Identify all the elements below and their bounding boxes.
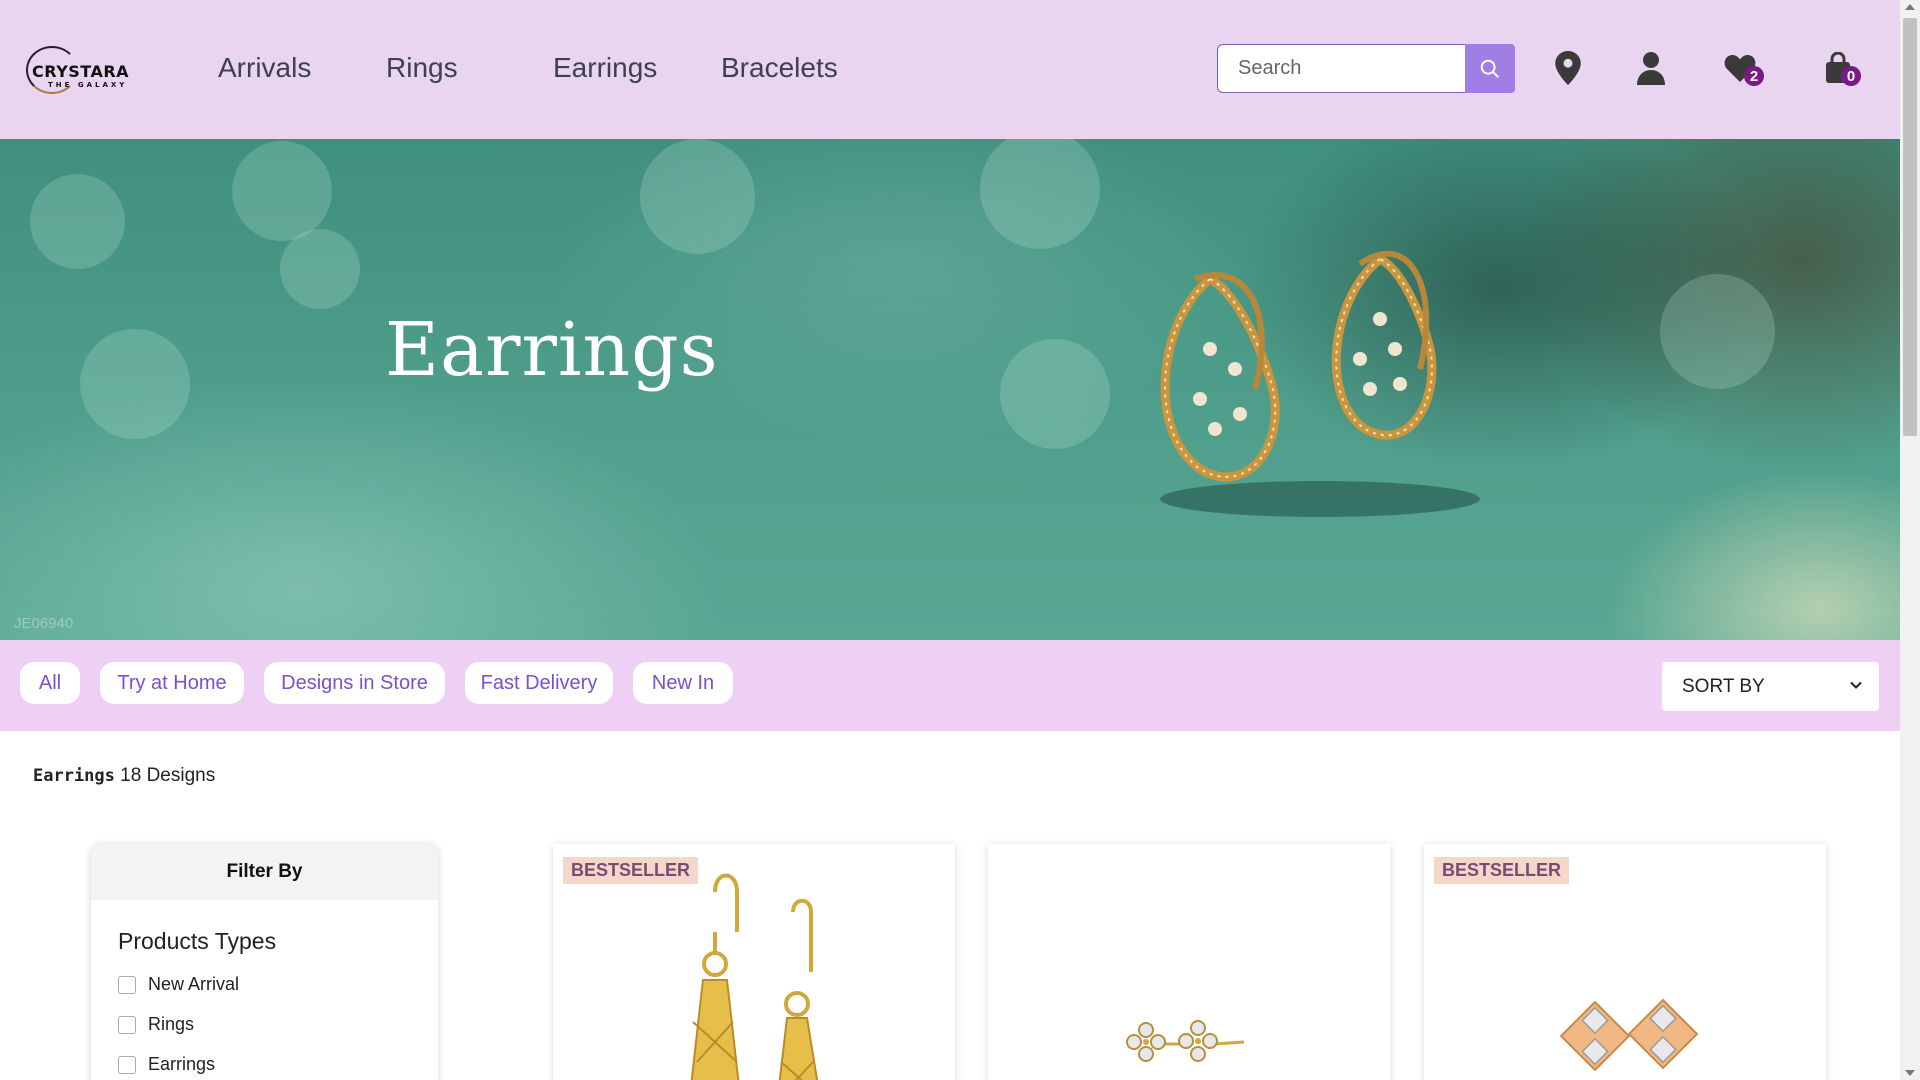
checkbox[interactable] — [118, 1015, 136, 1034]
bestseller-badge: BESTSELLER — [1434, 857, 1570, 884]
chip-designs-in-store[interactable]: Designs in Store — [264, 662, 445, 704]
filter-panel: Filter By Products Types New Arrival Rin… — [91, 844, 438, 1080]
search-button[interactable] — [1465, 44, 1515, 93]
earrings-product-image — [1160, 250, 1480, 517]
hero-product-code: JE06940 — [14, 615, 74, 632]
user-icon — [1637, 52, 1665, 85]
scroll-down-arrow-icon[interactable] — [1905, 1070, 1915, 1076]
location-pin-icon — [1555, 51, 1581, 85]
bokeh-light — [80, 329, 190, 439]
page: { "brand": {"name": "CRYSTARA", "tagline… — [0, 0, 1920, 1080]
search-input[interactable] — [1217, 44, 1466, 93]
filter-option-earrings[interactable]: Earrings — [118, 1054, 215, 1075]
store-locator-button[interactable] — [1550, 50, 1586, 86]
chip-fast-delivery[interactable]: Fast Delivery — [465, 662, 613, 704]
scrollbar-thumb[interactable] — [1903, 18, 1917, 436]
cart-count-badge: 0 — [1841, 66, 1861, 86]
product-image-drop-earrings — [690, 873, 819, 1080]
filter-option-new-arrival[interactable]: New Arrival — [118, 974, 239, 995]
filter-option-label: Rings — [148, 1014, 195, 1034]
cart-button[interactable]: 0 — [1820, 50, 1861, 86]
checkbox[interactable] — [118, 975, 136, 994]
results-count-text: 18 Designs — [120, 765, 216, 786]
nav-arrivals[interactable]: Arrivals — [218, 52, 311, 84]
nav-bracelets[interactable]: Bracelets — [721, 52, 838, 84]
wishlist-count-badge: 2 — [1744, 66, 1764, 86]
product-card[interactable]: BESTSELLER — [553, 844, 955, 1080]
filter-option-label: Earrings — [148, 1054, 216, 1074]
scroll-up-arrow-icon[interactable] — [1905, 4, 1915, 10]
site-header: CRYSTARA THE GALAXY Arrivals Rings Earri… — [0, 0, 1900, 139]
filter-chip-bar: All Try at Home Designs in Store Fast De… — [0, 640, 1900, 731]
wishlist-button[interactable]: 2 — [1722, 50, 1764, 86]
nav-rings[interactable]: Rings — [386, 52, 458, 84]
main-content: CRYSTARA THE GALAXY Arrivals Rings Earri… — [0, 0, 1900, 1080]
search-icon — [1480, 59, 1499, 78]
sort-by-dropdown[interactable]: SORT BY — [1662, 662, 1879, 711]
chevron-down-icon — [1850, 681, 1862, 689]
checkbox[interactable] — [118, 1055, 136, 1074]
filter-panel-header: Filter By — [91, 844, 438, 900]
filter-option-label: New Arrival — [148, 974, 240, 994]
brand-tagline: THE GALAXY — [48, 81, 128, 89]
product-image-flower-studs — [1126, 1020, 1245, 1062]
chip-new-in[interactable]: New In — [633, 662, 733, 704]
bokeh-light — [280, 229, 360, 309]
product-types-heading: Products Types — [118, 928, 277, 954]
product-card[interactable] — [988, 844, 1390, 1080]
bokeh-light — [640, 139, 755, 254]
product-card[interactable]: BESTSELLER — [1424, 844, 1826, 1080]
hero-banner: Earrings JE06940 — [0, 139, 1900, 640]
hero-title: Earrings — [385, 307, 719, 393]
bokeh-light — [980, 139, 1100, 249]
bokeh-light — [1000, 339, 1110, 449]
page-scrollbar[interactable] — [1900, 0, 1920, 1080]
filter-option-rings[interactable]: Rings — [118, 1014, 194, 1035]
bokeh-light — [30, 174, 125, 269]
sort-by-label: SORT BY — [1682, 675, 1765, 697]
bokeh-light — [232, 141, 332, 241]
results-category: Earrings — [33, 766, 115, 786]
brand-logo[interactable]: CRYSTARA THE GALAXY — [26, 46, 156, 94]
account-button[interactable] — [1633, 50, 1669, 86]
chip-try-at-home[interactable]: Try at Home — [100, 662, 244, 704]
bokeh-light — [1660, 274, 1775, 389]
results-count: Earrings 18 Designs — [33, 765, 215, 787]
chip-all[interactable]: All — [20, 662, 80, 704]
nav-earrings[interactable]: Earrings — [553, 52, 657, 84]
brand-name: CRYSTARA — [32, 62, 130, 81]
product-image-square-studs — [1560, 998, 1699, 1072]
